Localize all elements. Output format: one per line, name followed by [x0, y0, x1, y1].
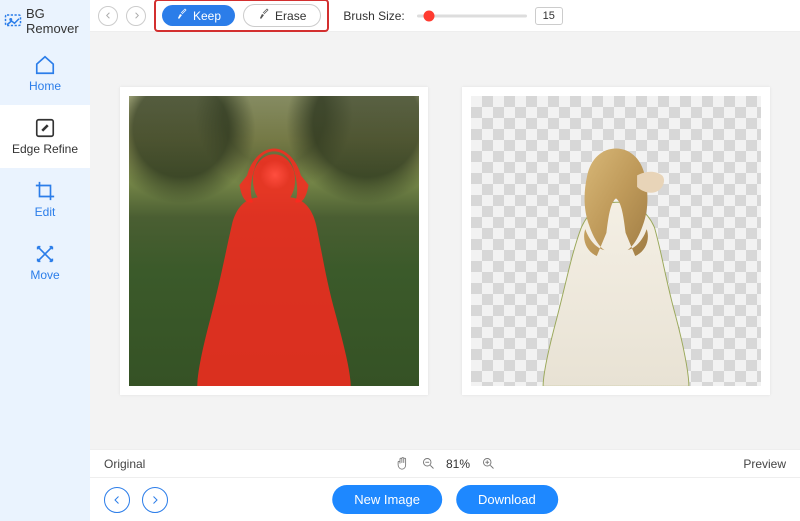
preview-panel[interactable]	[462, 87, 770, 395]
undo-button[interactable]	[98, 6, 118, 26]
crop-icon	[34, 180, 56, 202]
sidebar-item-label: Move	[30, 268, 59, 282]
erase-button[interactable]: Erase	[243, 4, 321, 27]
toolbar: Keep Erase Brush Size: 15	[90, 0, 800, 32]
cutout-figure	[512, 137, 721, 386]
bottom-actions: New Image Download	[332, 485, 558, 514]
bottom-bar: New Image Download	[90, 477, 800, 521]
erase-label: Erase	[275, 9, 306, 23]
brush-size-label: Brush Size:	[343, 9, 404, 23]
brush-size-slider[interactable]	[417, 9, 527, 23]
download-button[interactable]: Download	[456, 485, 558, 514]
erase-brush-icon	[258, 8, 270, 23]
move-icon	[34, 243, 56, 265]
keep-button[interactable]: Keep	[162, 5, 235, 26]
preview-image	[471, 96, 761, 386]
app-root: BG Remover Home Edge Refine Edit	[0, 0, 800, 521]
main: Keep Erase Brush Size: 15	[90, 0, 800, 521]
new-image-button[interactable]: New Image	[332, 485, 442, 514]
sidebar-item-label: Home	[29, 79, 61, 93]
status-bar: Original 81% Preview	[90, 449, 800, 477]
keep-mask-overlay	[170, 137, 379, 386]
zoom-in-button[interactable]	[480, 456, 496, 472]
sidebar-item-label: Edge Refine	[12, 142, 78, 156]
keep-brush-icon	[176, 8, 188, 23]
sidebar: BG Remover Home Edge Refine Edit	[0, 0, 90, 521]
preview-label: Preview	[743, 457, 786, 471]
sidebar-item-edge-refine[interactable]: Edge Refine	[0, 105, 90, 168]
keep-erase-group-highlight: Keep Erase	[154, 0, 329, 32]
sidebar-item-move[interactable]: Move	[0, 231, 90, 294]
pan-hand-icon[interactable]	[394, 456, 410, 472]
canvas-area	[90, 32, 800, 449]
slider-thumb[interactable]	[423, 10, 434, 21]
sidebar-item-label: Edit	[35, 205, 56, 219]
sidebar-item-edit[interactable]: Edit	[0, 168, 90, 231]
app-title: BG Remover	[26, 6, 86, 36]
edge-refine-icon	[34, 117, 56, 139]
home-icon	[34, 54, 56, 76]
app-logo-icon	[4, 12, 22, 30]
zoom-controls: 81%	[394, 456, 496, 472]
prev-image-button[interactable]	[104, 487, 130, 513]
zoom-value: 81%	[446, 457, 470, 471]
original-label: Original	[104, 457, 145, 471]
next-image-button[interactable]	[142, 487, 168, 513]
brush-size-value[interactable]: 15	[535, 7, 563, 25]
sidebar-item-home[interactable]: Home	[0, 42, 90, 105]
original-panel[interactable]	[120, 87, 428, 395]
app-logo: BG Remover	[0, 0, 90, 42]
keep-label: Keep	[193, 9, 221, 23]
zoom-out-button[interactable]	[420, 456, 436, 472]
redo-button[interactable]	[126, 6, 146, 26]
original-image	[129, 96, 419, 386]
